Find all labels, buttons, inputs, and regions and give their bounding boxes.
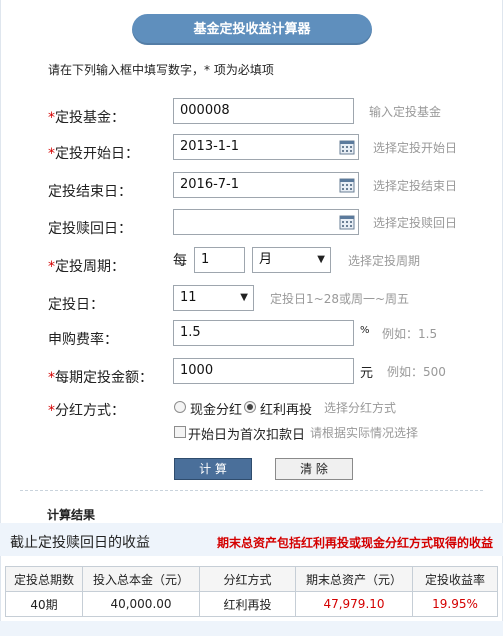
day-select[interactable]: 11 ▼ [173,285,254,311]
row-buttons: 计 算 清 除 [0,458,503,492]
period-unit-select[interactable]: 月 ▼ [252,247,331,273]
table-header-row: 定投总期数 投入总本金（元） 分红方式 期末总资产（元） 定投收益率 [5,566,498,592]
chevron-down-icon: ▼ [240,292,248,303]
amount-hint: 例如：500 [387,365,446,379]
fund-hint: 输入定投基金 [369,105,442,119]
page-title: 基金定投收益计算器 [132,14,372,45]
dividend-label: *分红方式： [48,403,125,419]
dividend-cash-label: 现金分红 [190,403,243,418]
periods-cell: 40期 [5,591,83,617]
row-fee: 申购费率： 1.5 % 例如：1.5 [0,320,503,354]
amount-input[interactable]: 1000 [173,358,354,384]
table-header: 期末总资产（元） [295,566,413,592]
table-header: 定投收益率 [412,566,498,592]
result-banner: 截止定投赎回日的收益 期末总资产包括红利再投或现金分红方式取得的收益 [0,523,503,556]
return-rate-cell: 19.95% [412,591,498,617]
fee-label: 申购费率： [48,332,118,348]
table-header: 定投总期数 [5,566,83,592]
day-value: 11 [180,290,197,305]
fee-input[interactable]: 1.5 [173,320,354,346]
period-unit-value: 月 [259,252,273,267]
first-day-checkbox[interactable] [174,426,186,438]
row-first-day: 开始日为首次扣款日 请根据实际情况选择 [0,423,503,457]
fee-hint: 例如：1.5 [382,327,438,341]
redeem-date-hint: 选择定投赎回日 [373,216,458,230]
period-prefix: 每 [173,253,187,269]
fund-input[interactable]: 000008 [173,98,354,124]
calculate-button[interactable]: 计 算 [174,458,252,480]
footer-band [0,621,503,636]
fund-label: *定投基金： [48,110,125,126]
first-day-hint: 请根据实际情况选择 [310,426,419,440]
start-date-label: *定投开始日： [48,146,139,162]
section-divider [20,490,483,491]
total-assets-cell: 47,979.10 [295,591,413,617]
calendar-icon[interactable] [339,139,355,155]
day-hint: 定投日1~28或周一~周五 [270,292,410,306]
dividend-reinvest-radio[interactable] [244,401,256,413]
fee-unit: % [360,325,370,336]
start-date-input[interactable]: 2013-1-1 [173,134,359,160]
dividend-cash-radio[interactable] [174,401,186,413]
result-banner-title: 截止定投赎回日的收益 [10,535,150,551]
first-day-label: 开始日为首次扣款日 [188,428,306,443]
dividend-hint: 选择分红方式 [324,401,397,415]
period-hint: 选择定投周期 [348,254,421,268]
start-date-value: 2013-1-1 [180,139,240,154]
period-input[interactable]: 1 [194,247,245,273]
row-end-date: 定投结束日： 2016-7-1 选择定投结束日 [0,172,503,206]
row-day: 定投日： 11 ▼ 定投日1~28或周一~周五 [0,285,503,319]
table-row: 40期 40,000.00 红利再投 47,979.10 19.95% [5,591,498,617]
amount-unit: 元 [360,366,374,381]
dividend-cell: 红利再投 [199,591,296,617]
end-date-hint: 选择定投结束日 [373,179,458,193]
result-section-title: 计算结果 [47,508,96,522]
row-amount: *每期定投金额： 1000 元 例如：500 [0,358,503,392]
row-period: *定投周期： 每 1 月 ▼ 选择定投周期 [0,247,503,281]
instruction-text: 请在下列输入框中填写数字，* 项为必填项 [48,63,274,77]
result-table: 定投总期数 投入总本金（元） 分红方式 期末总资产（元） 定投收益率 40期 4… [5,566,498,617]
end-date-value: 2016-7-1 [180,177,240,192]
amount-label: *每期定投金额： [48,370,153,386]
redeem-date-input[interactable] [173,209,359,235]
table-header: 投入总本金（元） [82,566,200,592]
end-date-input[interactable]: 2016-7-1 [173,172,359,198]
calendar-icon[interactable] [339,214,355,230]
start-date-hint: 选择定投开始日 [373,141,458,155]
period-label: *定投周期： [48,259,125,275]
table-header: 分红方式 [199,566,296,592]
dividend-reinvest-label: 红利再投 [260,403,313,418]
chevron-down-icon: ▼ [317,254,325,265]
row-start-date: *定投开始日： 2013-1-1 选择定投开始日 [0,134,503,168]
day-label: 定投日： [48,297,104,313]
principal-cell: 40,000.00 [82,591,200,617]
row-fund: *定投基金： 000008 输入定投基金 [0,98,503,132]
row-redeem-date: 定投赎回日： 选择定投赎回日 [0,209,503,243]
calendar-icon[interactable] [339,177,355,193]
redeem-date-label: 定投赎回日： [48,221,132,237]
end-date-label: 定投结束日： [48,184,132,200]
result-banner-note: 期末总资产包括红利再投或现金分红方式取得的收益 [216,536,493,550]
clear-button[interactable]: 清 除 [275,458,353,480]
